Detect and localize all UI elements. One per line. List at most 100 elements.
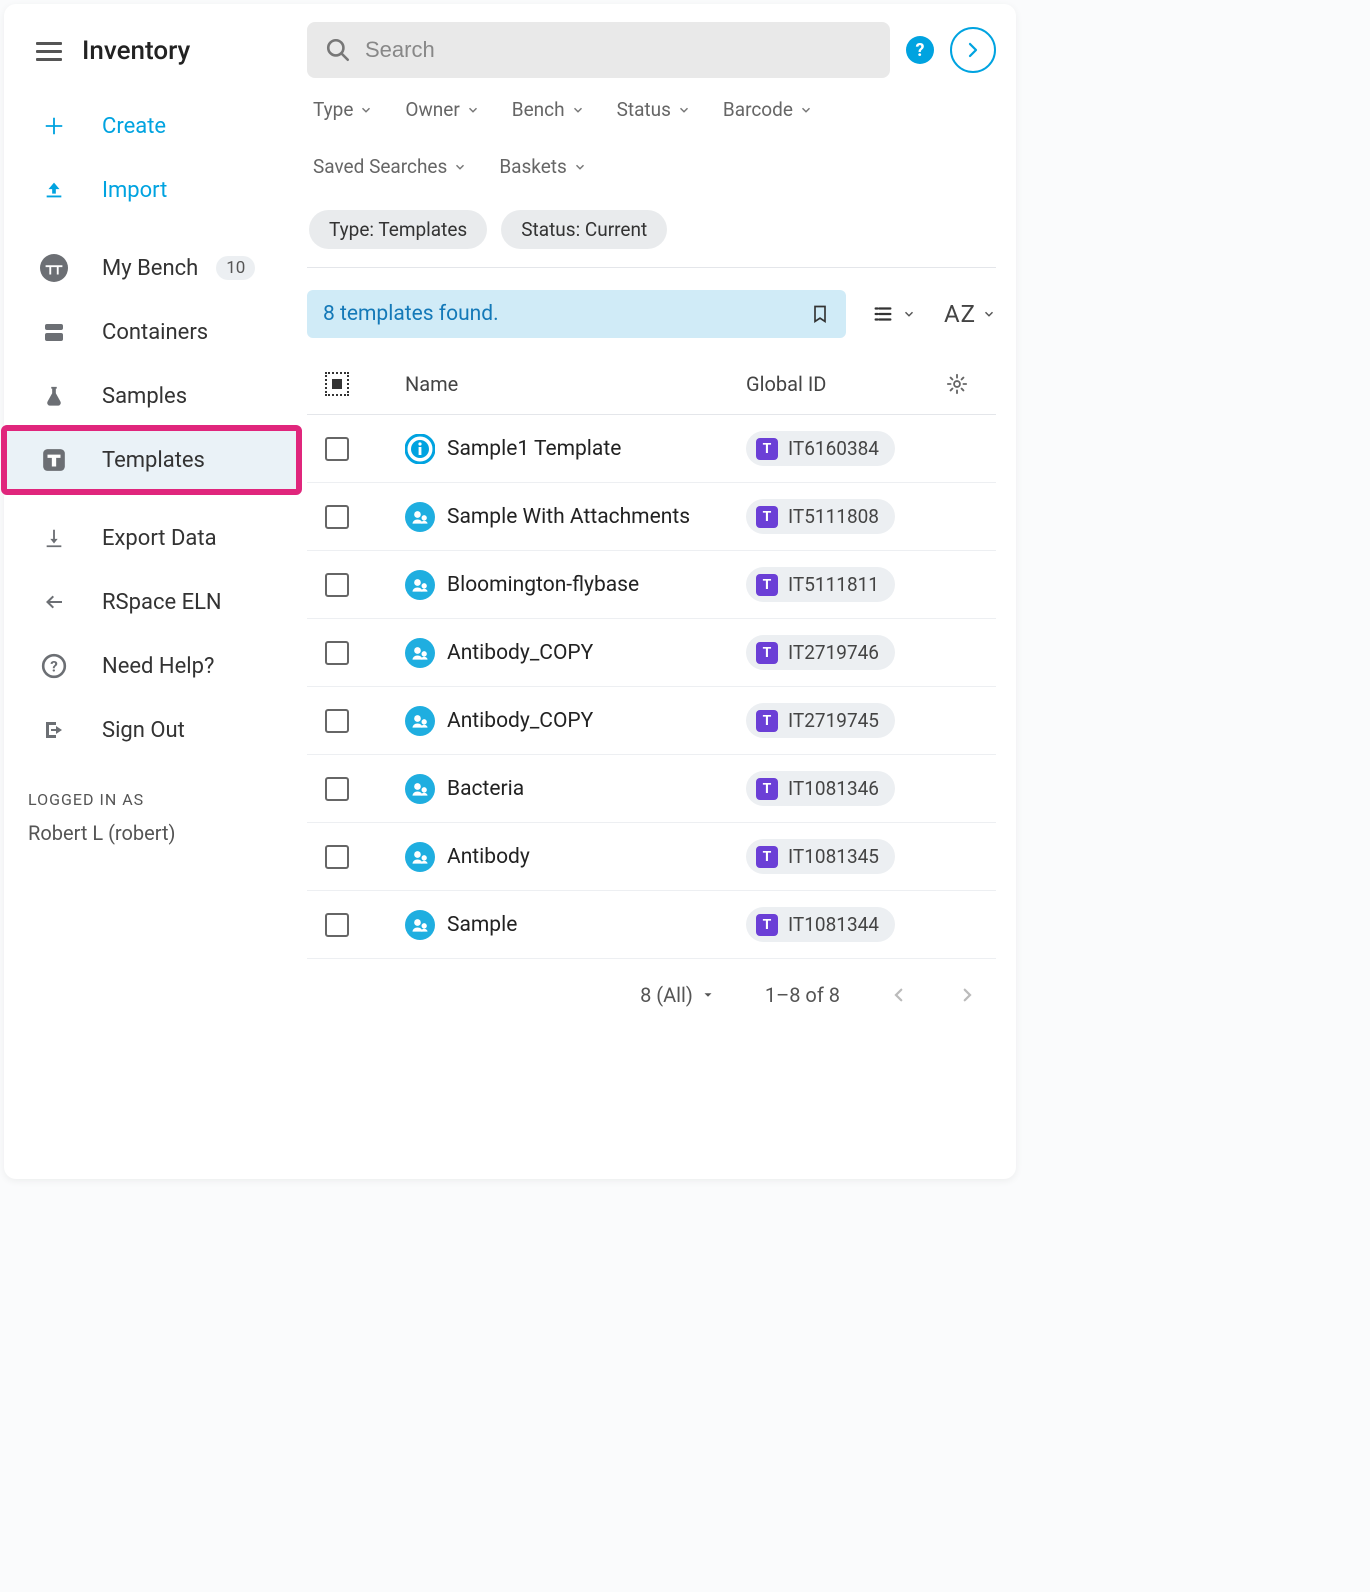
- column-header-global-id[interactable]: Global ID: [746, 372, 946, 396]
- app-title: Inventory: [82, 36, 190, 66]
- sidebar-item-label: Create: [102, 114, 166, 139]
- table-row[interactable]: Sample With AttachmentsTIT5111808: [307, 483, 996, 551]
- filter-barcode[interactable]: Barcode: [723, 98, 813, 121]
- chevron-down-icon: [466, 103, 480, 117]
- list-view-toggle[interactable]: [870, 303, 916, 325]
- table-row[interactable]: Antibody_COPY TIT2719746: [307, 619, 996, 687]
- results-count-label: 8 templates found.: [323, 302, 499, 326]
- next-button[interactable]: [950, 27, 996, 73]
- bookmark-icon[interactable]: [810, 302, 830, 326]
- sort-toggle[interactable]: AZ: [944, 300, 996, 328]
- sidebar-item-help[interactable]: ? Need Help?: [4, 634, 299, 698]
- table-row[interactable]: Bacteria T IT1081346: [307, 755, 996, 823]
- prev-page-button[interactable]: [890, 986, 908, 1004]
- table-settings-button[interactable]: [946, 373, 986, 395]
- filter-status[interactable]: Status: [617, 98, 691, 121]
- table-row[interactable]: Bloomington-flybaseTIT5111811: [307, 551, 996, 619]
- global-id-pill[interactable]: TIT1081345: [746, 839, 895, 874]
- sidebar-item-label: Sign Out: [102, 718, 185, 743]
- select-all-checkbox[interactable]: [325, 372, 349, 396]
- table-row[interactable]: Sample1 TemplateTIT6160384: [307, 415, 996, 483]
- row-checkbox[interactable]: [325, 573, 349, 597]
- containers-icon: [40, 318, 68, 346]
- sidebar: Inventory Create Import My Bench 10: [4, 4, 299, 1179]
- table-row[interactable]: Antibody_COPYTIT2719745: [307, 687, 996, 755]
- row-name-label: Antibody_COPY: [447, 641, 593, 665]
- filter-saved-searches[interactable]: Saved Searches: [313, 155, 467, 178]
- sidebar-item-label: My Bench: [102, 256, 198, 281]
- row-name-label: Bacteria: [447, 777, 524, 801]
- mybench-count-badge: 10: [216, 256, 255, 280]
- filter-owner[interactable]: Owner: [405, 98, 479, 121]
- search-input[interactable]: [365, 37, 872, 63]
- global-id-value: IT5111811: [788, 573, 879, 596]
- row-checkbox[interactable]: [325, 709, 349, 733]
- sidebar-item-signout[interactable]: Sign Out: [4, 698, 299, 762]
- global-id-value: IT6160384: [788, 437, 879, 460]
- sidebar-item-eln[interactable]: RSpace ELN: [4, 570, 299, 634]
- global-id-value: IT2719745: [788, 709, 879, 732]
- help-button[interactable]: ?: [906, 36, 934, 64]
- flask-icon: [40, 382, 68, 410]
- chip-status[interactable]: Status: Current: [501, 210, 667, 249]
- type-badge: T: [756, 506, 778, 528]
- type-badge: T: [756, 710, 778, 732]
- filter-bench[interactable]: Bench: [512, 98, 585, 121]
- sidebar-item-export[interactable]: Export Data: [4, 506, 299, 570]
- global-id-pill[interactable]: T IT2719745: [746, 703, 895, 738]
- search-box[interactable]: [307, 22, 890, 78]
- shared-icon: [405, 706, 435, 736]
- shared-icon: [405, 638, 435, 668]
- type-badge: T: [756, 778, 778, 800]
- global-id-pill[interactable]: TIT2719746: [746, 635, 895, 670]
- global-id-value: IT5111808: [788, 505, 879, 528]
- logged-in-user: Robert L (robert): [28, 821, 275, 845]
- row-checkbox[interactable]: [325, 641, 349, 665]
- chevron-down-icon: [677, 103, 691, 117]
- sidebar-item-import[interactable]: Import: [4, 158, 299, 222]
- filter-bar-2: Saved Searches Baskets: [307, 149, 996, 188]
- global-id-value: IT1081346: [788, 777, 879, 800]
- plus-icon: [40, 112, 68, 140]
- type-badge: T: [756, 642, 778, 664]
- row-checkbox[interactable]: [325, 505, 349, 529]
- row-checkbox[interactable]: [325, 845, 349, 869]
- search-icon: [325, 37, 351, 63]
- topbar: ?: [307, 22, 996, 78]
- sidebar-item-templates[interactable]: Templates: [4, 428, 299, 492]
- filter-baskets[interactable]: Baskets: [499, 155, 587, 178]
- sidebar-item-create[interactable]: Create: [4, 94, 299, 158]
- column-header-name[interactable]: Name: [385, 372, 746, 396]
- download-icon: [40, 524, 68, 552]
- row-checkbox[interactable]: [325, 777, 349, 801]
- sidebar-item-mybench[interactable]: My Bench 10: [4, 236, 299, 300]
- arrow-left-icon: [40, 588, 68, 616]
- sidebar-item-label: RSpace ELN: [102, 590, 222, 615]
- main-panel: ? Type Owner Bench Status Barcode Saved …: [299, 4, 1016, 1179]
- page-size-selector[interactable]: 8 (All): [640, 983, 715, 1007]
- global-id-pill[interactable]: TIT1081344: [746, 907, 895, 942]
- hamburger-icon[interactable]: [36, 42, 62, 61]
- sidebar-footer: LOGGED IN AS Robert L (robert): [4, 790, 299, 845]
- active-filter-chips: Type: Templates Status: Current: [307, 206, 996, 268]
- table-row[interactable]: SampleTIT1081344: [307, 891, 996, 959]
- sidebar-item-label: Templates: [102, 448, 205, 473]
- global-id-pill[interactable]: TIT5111811: [746, 567, 895, 602]
- filter-type[interactable]: Type: [313, 98, 373, 121]
- chip-type[interactable]: Type: Templates: [309, 210, 487, 249]
- sidebar-item-containers[interactable]: Containers: [4, 300, 299, 364]
- row-checkbox[interactable]: [325, 437, 349, 461]
- shared-icon: [405, 774, 435, 804]
- sidebar-item-samples[interactable]: Samples: [4, 364, 299, 428]
- chevron-left-icon: [890, 986, 908, 1004]
- global-id-pill[interactable]: T IT1081346: [746, 771, 895, 806]
- help-icon: ?: [40, 652, 68, 680]
- table-row[interactable]: AntibodyTIT1081345: [307, 823, 996, 891]
- global-id-pill[interactable]: T IT5111808: [746, 499, 895, 534]
- row-checkbox[interactable]: [325, 913, 349, 937]
- global-id-pill[interactable]: TIT6160384: [746, 431, 895, 466]
- next-page-button[interactable]: [958, 986, 976, 1004]
- templates-icon: [40, 446, 68, 474]
- gear-icon: [946, 373, 968, 395]
- info-icon: [405, 434, 435, 464]
